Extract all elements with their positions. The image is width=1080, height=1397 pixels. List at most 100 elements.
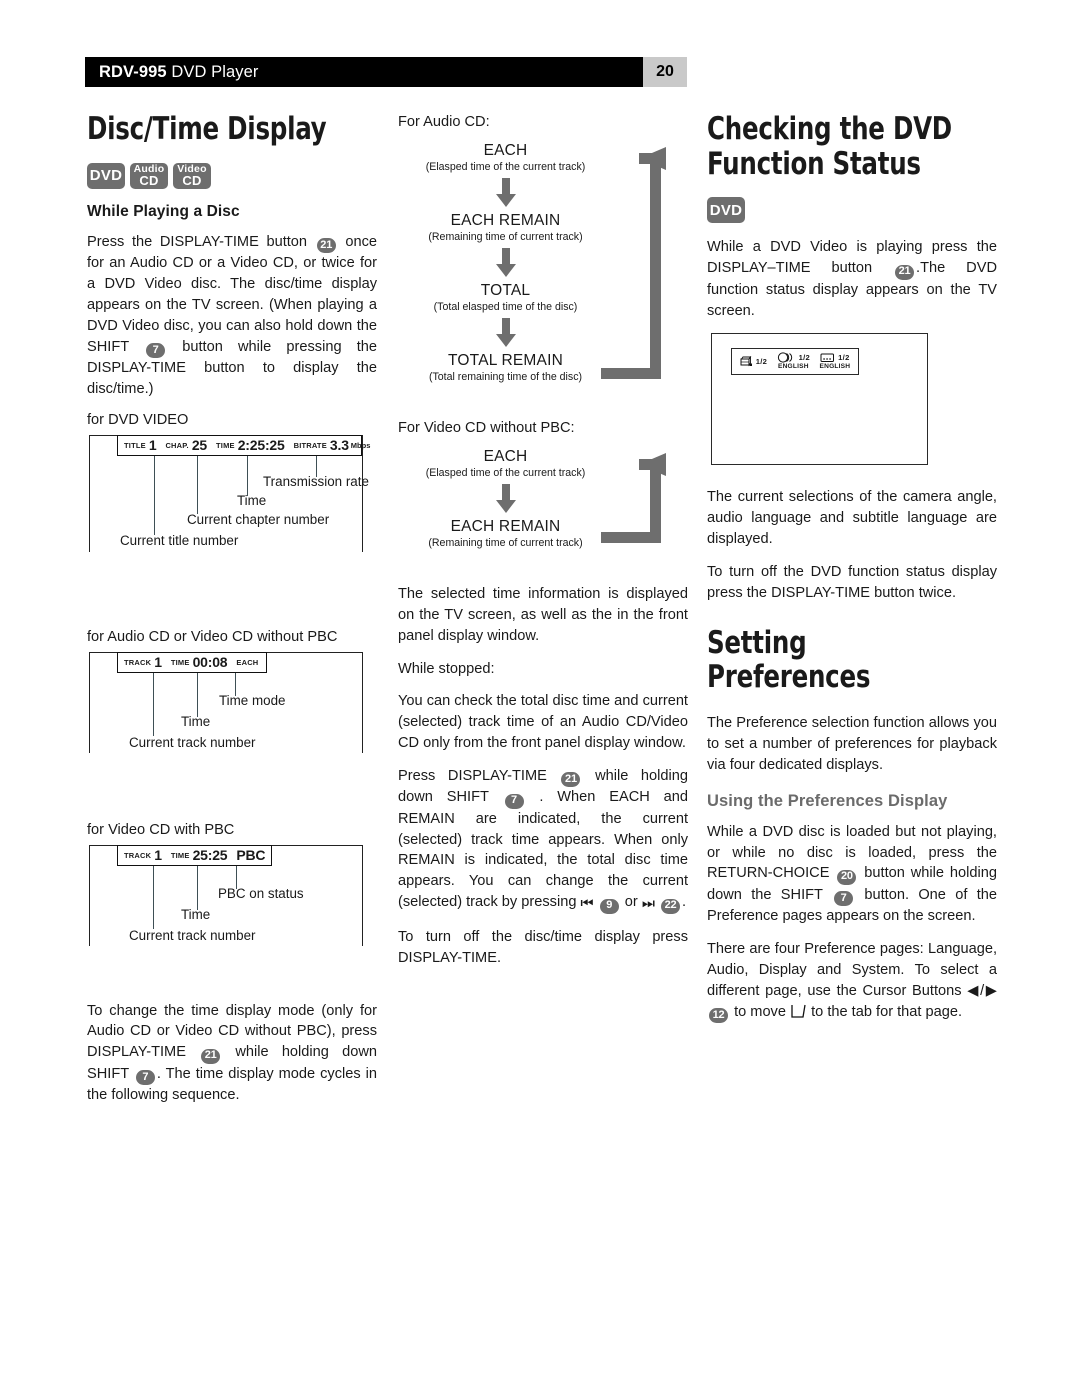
paragraph-turn-off-disc-time-display: To turn off the disc/time display press … xyxy=(398,929,688,966)
paragraph-press-display-time-shift: Press DISPLAY-TIME 21 while holding down… xyxy=(398,766,688,915)
flow-step-each: EACH (Elasped time of the current track) xyxy=(398,142,613,173)
field-value-time: 2:25:25 xyxy=(237,437,285,454)
para-text-b: to move xyxy=(734,1003,786,1020)
button-ref-21: 21 xyxy=(316,238,336,254)
button-ref-7: 7 xyxy=(135,1070,155,1086)
column-left: Disc/Time Display DVD Audio CD Video CD … xyxy=(87,112,377,1118)
page-header-bar: RDV-995 DVD Player 20 xyxy=(85,57,687,87)
flow-step-desc: (Total elasped time of the disc) xyxy=(433,301,578,313)
next-track-icon: ⏭ xyxy=(641,896,655,913)
paragraph-check-total-disc-time: You can check the total disc time and cu… xyxy=(398,693,688,752)
down-arrow-icon xyxy=(398,248,613,278)
field-label-track: TRACK xyxy=(124,850,152,860)
flow-step-title: EACH REMAIN xyxy=(450,212,561,229)
field-label-bitrate: BITRATE xyxy=(293,440,327,450)
osd-subtitle-value: 1/2 xyxy=(838,352,850,362)
manual-page: RDV-995 DVD Player 20 Disc/Time Display … xyxy=(0,0,1080,1397)
figure-audio-cd-display: for Audio CD or Video CD without PBC TRA… xyxy=(87,629,377,802)
field-label-title: TITLE xyxy=(124,440,146,450)
leader-label-track-number: Current track number xyxy=(129,734,256,750)
paragraph-press-display-time: Press the DISPLAY-TIME button 21 once fo… xyxy=(87,232,377,400)
display-bar-dvd: TITLE 1 CHAP. 25 TIME 2:25:25 BITRATE 3.… xyxy=(117,434,370,456)
flow-step-desc: (Elasped time of the current track) xyxy=(425,161,586,173)
flow-step-desc: (Total remaining time of the disc) xyxy=(428,371,583,383)
flow-step-title: EACH xyxy=(483,142,528,159)
osd-audio-language: 1/2 ENGLISH xyxy=(777,352,810,371)
field-label-time: TIME xyxy=(170,850,190,860)
leader-line-title xyxy=(154,455,156,535)
camera-angle-icon xyxy=(740,356,752,367)
figure-dvd-video-display: for DVD VIDEO TITLE 1 CHAP. 25 TIME 2:25… xyxy=(87,412,377,603)
flow-step-title: TOTAL xyxy=(480,282,531,299)
flow-caption-audio-cd: For Audio CD: xyxy=(398,114,490,130)
leader-label-transmission-rate: Transmission rate xyxy=(263,473,369,489)
figure-body-dvd: TITLE 1 CHAP. 25 TIME 2:25:25 BITRATE 3.… xyxy=(87,434,377,603)
down-arrow-icon xyxy=(398,318,613,348)
osd-indicator-bar: 1/2 1/2 ENGLISH 1/2 ENGLISH xyxy=(731,348,859,376)
subheading-while-playing-a-disc: While Playing a Disc xyxy=(87,202,240,220)
field-label-track: TRACK xyxy=(124,657,152,667)
flow-step-each: EACH (Elasped time of the current track) xyxy=(398,448,613,479)
button-ref-7: 7 xyxy=(834,891,854,907)
osd-subtitle-language: 1/2 ENGLISH xyxy=(820,352,851,371)
field-value-track: 1 xyxy=(154,847,162,864)
flow-step-each-remain: EACH REMAIN (Remaining time of current t… xyxy=(398,518,613,549)
page-number: 20 xyxy=(643,57,687,87)
button-ref-22: 22 xyxy=(661,898,681,914)
paragraph-preference-selection-function: The Preference selection function allows… xyxy=(707,715,997,773)
para-text-d: . xyxy=(682,894,687,911)
osd-camera-angle-value: 1/2 xyxy=(755,356,768,366)
header-model: RDV-995 xyxy=(99,62,167,81)
leader-line-track xyxy=(153,672,155,736)
paragraph-change-time-display-mode: To change the time display mode (only fo… xyxy=(87,1001,377,1106)
column-middle: For Audio CD: EACH (Elasped time of the … xyxy=(398,112,688,981)
display-bar-audio-cd: TRACK 1 TIME 00:08 EACH xyxy=(117,651,267,673)
leader-label-pbc-status: PBC on status xyxy=(218,885,304,901)
audio-cd-badge-line2: CD xyxy=(139,173,159,189)
osd-audio-language-name: ENGLISH xyxy=(778,363,809,371)
para-text-b: once for an Audio CD or a Video CD, or t… xyxy=(87,233,378,355)
osd-camera-angle: 1/2 xyxy=(740,356,767,367)
flow-step-total: TOTAL (Total elasped time of the disc) xyxy=(398,282,613,313)
leader-label-time: Time xyxy=(237,492,267,508)
field-value-title: 1 xyxy=(148,437,157,454)
button-ref-7: 7 xyxy=(504,793,524,809)
subtitle-icon xyxy=(820,353,835,363)
flow-step-desc: (Remaining time of current track) xyxy=(428,231,583,243)
audio-language-icon xyxy=(777,352,792,364)
figure-caption-video-cd-pbc: for Video CD with PBC xyxy=(87,821,235,838)
leader-line-chapter xyxy=(197,455,199,514)
leader-label-time: Time xyxy=(181,906,211,922)
paragraph-current-selections: The current selections of the camera ang… xyxy=(707,489,997,548)
field-label-time: TIME xyxy=(216,440,235,450)
osd-subtitle-language-name: ENGLISH xyxy=(819,363,851,371)
paragraph-while-dvd-playing: While a DVD Video is playing press the D… xyxy=(707,237,997,321)
leader-label-time-mode: Time mode xyxy=(219,692,286,708)
field-value-bitrate: 3.3 xyxy=(329,437,349,454)
flow-caption-video-cd: For Video CD without PBC: xyxy=(398,420,575,436)
disc-badges-col1: DVD Audio CD Video CD xyxy=(87,162,377,189)
osd-audio-language-value: 1/2 xyxy=(798,352,811,362)
leader-label-title-number: Current title number xyxy=(120,532,239,548)
button-ref-9: 9 xyxy=(599,898,619,914)
section-title-checking-dvd-function-status: Checking the DVD Function Status xyxy=(707,111,952,182)
header-title: RDV-995 DVD Player xyxy=(85,63,259,82)
field-value-time: 25:25 xyxy=(192,847,228,864)
flow-diagram-video-cd: For Video CD without PBC: EACH (Elasped … xyxy=(398,420,688,570)
figure-caption-audio-cd: for Audio CD or Video CD without PBC xyxy=(87,628,338,645)
paragraph-while-dvd-loaded: While a DVD disc is loaded but not playi… xyxy=(707,822,997,927)
button-ref-21: 21 xyxy=(201,1048,221,1064)
field-value-track: 1 xyxy=(154,654,162,671)
paragraph-selected-time-info: The selected time information is display… xyxy=(398,586,688,644)
leader-label-track-number: Current track number xyxy=(129,927,256,943)
flow-step-title: EACH xyxy=(483,448,528,465)
field-value-time: 00:08 xyxy=(192,654,228,671)
field-value-pbc: PBC xyxy=(236,847,266,864)
para-text-a: Press DISPLAY-TIME xyxy=(398,768,547,785)
subheading-using-preferences-display: Using the Preferences Display xyxy=(707,791,948,810)
figure-video-cd-pbc-display: for Video CD with PBC TRACK 1 TIME 25:25… xyxy=(87,822,377,995)
column-right: Checking the DVD Function Status DVD Whi… xyxy=(707,112,997,1035)
button-ref-7: 7 xyxy=(146,342,166,358)
down-arrow-icon xyxy=(398,484,613,514)
flow-diagram-audio-cd: For Audio CD: EACH (Elasped time of the … xyxy=(398,114,688,406)
